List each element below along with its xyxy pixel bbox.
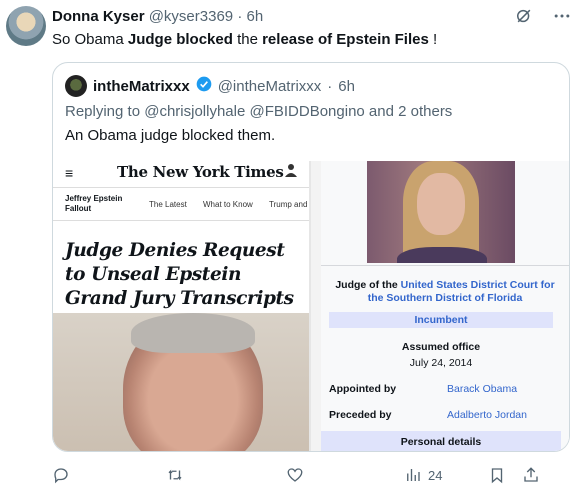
retweet-icon (166, 466, 184, 484)
quoted-tweet[interactable]: intheMatrixxx @intheMatrixxx · 6h Replyi… (52, 62, 570, 452)
assumed-office-date: July 24, 2014 (409, 357, 473, 369)
nyt-link-what-to-know: What to Know (203, 200, 253, 209)
heart-icon (286, 466, 304, 484)
tweet-header-icons (514, 6, 572, 26)
tweet-text: So Obama Judge blocked the release of Ep… (52, 31, 437, 48)
tweet-text-part: ! (428, 31, 438, 48)
tweet-text-bold: Judge blocked (127, 31, 233, 48)
quoted-author-handle[interactable]: @intheMatrixxx (218, 78, 322, 95)
retweet-button[interactable] (166, 460, 184, 490)
tweet-header: Donna Kyser @kyser3369 · 6h (52, 8, 263, 25)
quoted-author-avatar[interactable] (65, 75, 87, 97)
tweet-actions: 24 (52, 460, 572, 490)
divider (321, 265, 569, 266)
quoted-tweet-time: 6h (338, 77, 355, 95)
share-icon (522, 466, 540, 484)
tweet-text-bold: release of Epstein Files (262, 31, 429, 48)
separator: · (237, 8, 243, 25)
epstein-photo (53, 313, 309, 451)
preceded-by-label: Preceded by (329, 409, 392, 421)
quoted-author-name[interactable]: intheMatrixxx (93, 78, 190, 95)
quoted-tweet-text: An Obama judge blocked them. (65, 127, 276, 144)
share-button[interactable] (522, 460, 540, 490)
personal-details-band: Personal details (321, 431, 561, 451)
bookmark-button[interactable] (488, 460, 506, 490)
grok-icon[interactable] (514, 6, 534, 26)
views-count: 24 (428, 467, 443, 483)
author-name[interactable]: Donna Kyser (52, 8, 145, 25)
quoted-tweet-media[interactable]: ≡ The New York Times Jeffrey Epstein Fal… (53, 161, 569, 451)
nyt-section-title: Jeffrey Epstein Fallout (65, 194, 123, 213)
tweet-text-part: the (232, 31, 263, 48)
bookmark-icon (488, 466, 506, 484)
incumbent-band: Incumbent (329, 312, 553, 328)
verified-badge-icon (196, 76, 212, 96)
wikipedia-infobox[interactable]: Judge of the United States District Cour… (321, 161, 569, 451)
separator: · (327, 77, 333, 95)
appointed-by-label: Appointed by (329, 383, 397, 395)
author-avatar[interactable] (6, 6, 46, 46)
author-handle[interactable]: @kyser3369 (149, 8, 233, 25)
quoted-tweet-header: intheMatrixxx @intheMatrixxx · 6h (65, 75, 355, 97)
nyt-top-bar: ≡ The New York Times (53, 161, 309, 183)
reply-button[interactable] (52, 460, 70, 490)
tweet-text-part: So Obama (52, 31, 128, 48)
like-button[interactable] (286, 460, 304, 490)
replying-to: Replying to @chrisjollyhale @FBIDDBongin… (65, 103, 453, 120)
nyt-link-latest: The Latest (149, 200, 187, 209)
menu-icon: ≡ (65, 165, 74, 181)
hair-shape (131, 313, 255, 353)
nyt-link-trump: Trump and (269, 200, 308, 209)
court-link: the Southern District of Florida (367, 292, 523, 304)
face-shape (417, 173, 465, 235)
user-icon (285, 164, 297, 177)
judge-photo (367, 161, 515, 263)
nyt-screenshot[interactable]: ≡ The New York Times Jeffrey Epstein Fal… (53, 161, 311, 451)
views-icon (404, 466, 422, 484)
tweet-time[interactable]: 6h (246, 8, 263, 25)
court-link: United States District Court for (400, 279, 555, 291)
more-icon[interactable] (552, 6, 572, 26)
judge-title-prefix: Judge of the (335, 279, 401, 291)
preceded-by-value: Adalberto Jordan (447, 409, 527, 421)
judge-title: Judge of the United States District Cour… (325, 279, 565, 305)
views-button[interactable]: 24 (404, 460, 442, 490)
nyt-section-nav: Jeffrey Epstein Fallout The Latest What … (53, 187, 309, 221)
nyt-logo: The New York Times (117, 163, 284, 181)
appointed-by-value: Barack Obama (447, 383, 518, 395)
clothing-shape (397, 247, 487, 263)
assumed-office-label: Assumed office (401, 341, 481, 353)
reply-icon (52, 466, 70, 484)
